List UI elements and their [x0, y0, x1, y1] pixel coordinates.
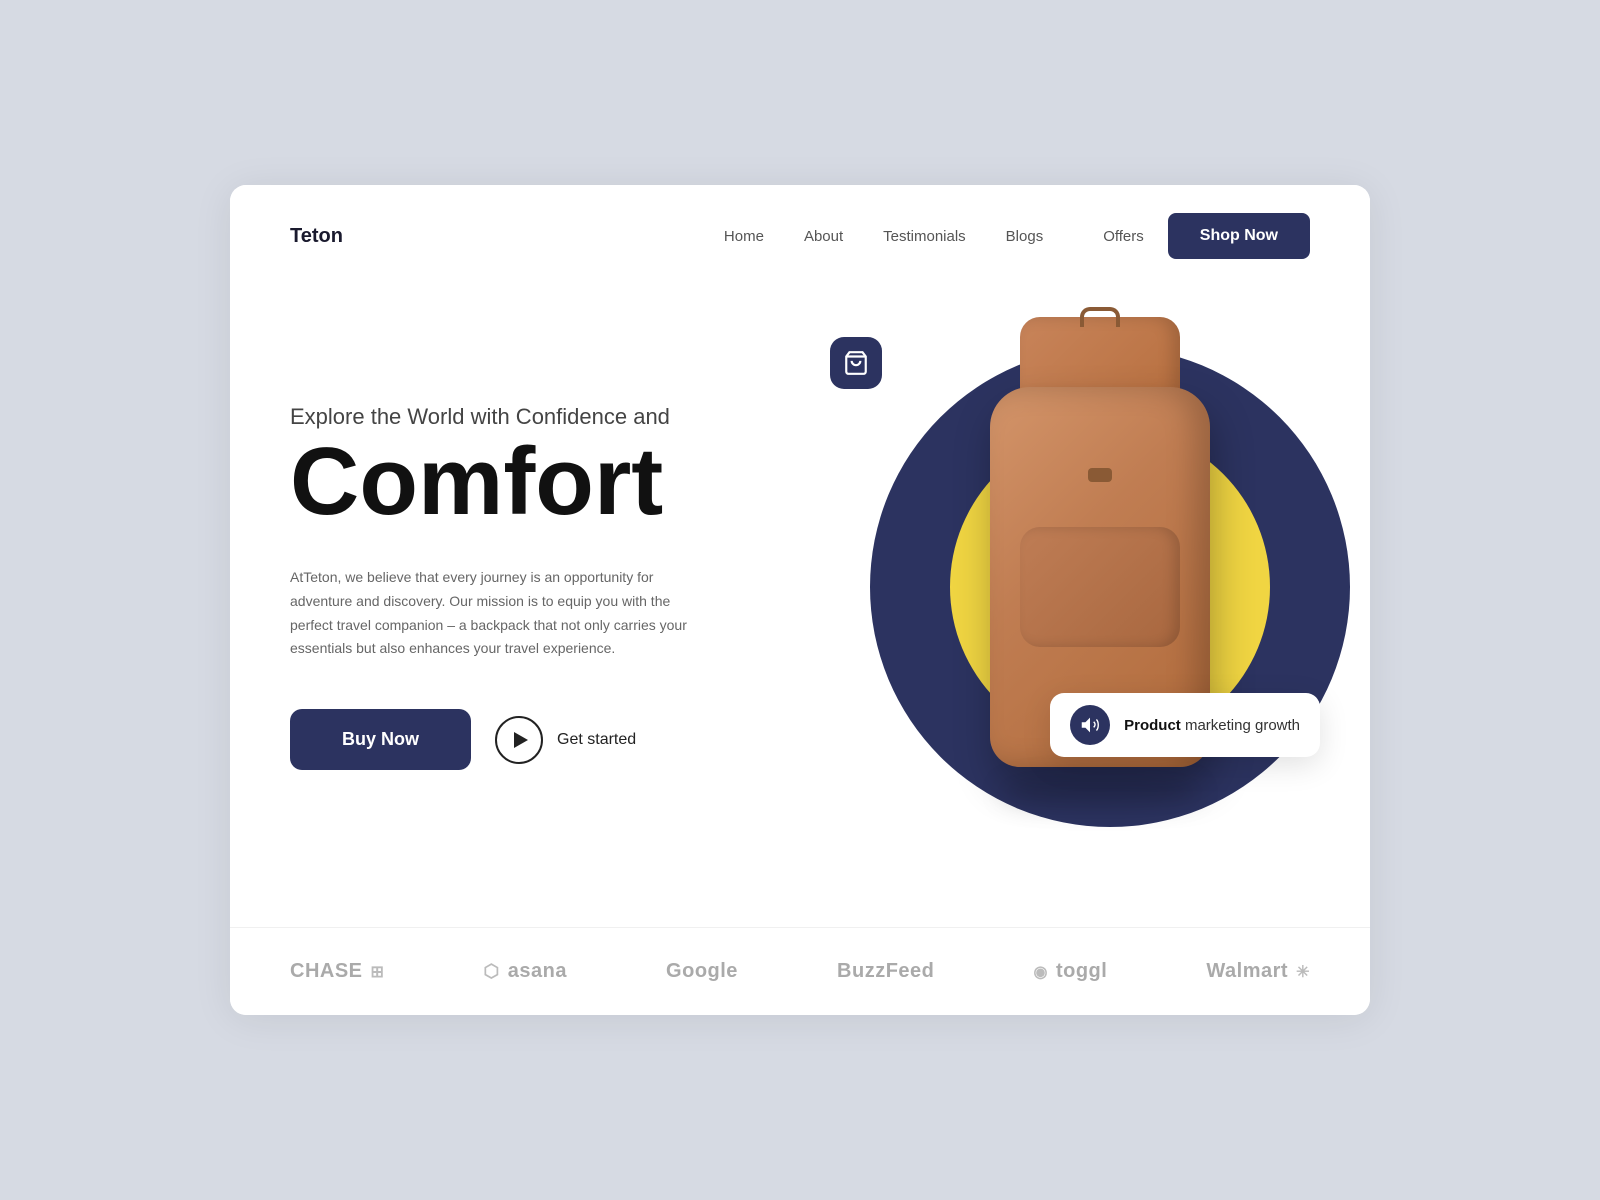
- hero-visual: TETON SPORTS: [810, 307, 1310, 867]
- backpack-clasp: [1088, 468, 1112, 482]
- nav-offers[interactable]: Offers: [1103, 228, 1144, 245]
- toggl-label: toggl: [1056, 960, 1107, 983]
- nav-about[interactable]: About: [804, 228, 843, 245]
- hero-description: AtTeton, we believe that every journey i…: [290, 566, 710, 661]
- chase-icon: ⊞: [371, 962, 385, 982]
- brands-bar: CHASE ⊞ ⬡ asana Google BuzzFeed ◉ toggl …: [230, 927, 1370, 1015]
- nav-links: Home About Testimonials Blogs: [724, 228, 1043, 245]
- brand-walmart: Walmart ✳: [1206, 960, 1310, 983]
- hero-subtitle: Explore the World with Confidence and: [290, 404, 810, 430]
- nav-blogs[interactable]: Blogs: [1006, 228, 1044, 245]
- buzzfeed-label: BuzzFeed: [837, 960, 934, 983]
- play-button[interactable]: [495, 716, 543, 764]
- nav-testimonials[interactable]: Testimonials: [883, 228, 966, 245]
- product-badge-label: Product marketing growth: [1124, 717, 1300, 734]
- backpack-handle: [1080, 307, 1120, 327]
- shop-now-button[interactable]: Shop Now: [1168, 213, 1310, 259]
- chase-label: CHASE: [290, 960, 363, 983]
- google-label: Google: [666, 960, 738, 983]
- hero-content: Explore the World with Confidence and Co…: [290, 404, 810, 770]
- backpack-wrap: TETON SPORTS: [910, 307, 1290, 867]
- backpack-visual: TETON SPORTS: [910, 307, 1290, 867]
- hero-title: Comfort: [290, 434, 810, 530]
- get-started-button[interactable]: Get started: [495, 716, 636, 764]
- backpack-top: [1020, 317, 1180, 397]
- cart-badge[interactable]: [830, 337, 882, 389]
- hero-section: Explore the World with Confidence and Co…: [230, 287, 1370, 927]
- brand-logo[interactable]: Teton: [290, 225, 343, 248]
- cart-icon: [843, 350, 869, 376]
- product-marketing-badge: Product marketing growth: [1050, 693, 1320, 757]
- buy-now-button[interactable]: Buy Now: [290, 709, 471, 770]
- brand-toggl: ◉ toggl: [1033, 960, 1107, 983]
- get-started-label: Get started: [557, 731, 636, 749]
- walmart-label: Walmart: [1206, 960, 1288, 983]
- asana-dots: ⬡: [484, 961, 500, 982]
- brand-google: Google: [666, 960, 738, 983]
- megaphone-icon: [1070, 705, 1110, 745]
- megaphone-svg: [1079, 714, 1101, 736]
- asana-label: asana: [508, 960, 567, 983]
- page-container: Teton Home About Testimonials Blogs Offe…: [230, 185, 1370, 1015]
- walmart-icon: ✳: [1296, 962, 1310, 982]
- hero-actions: Buy Now Get started: [290, 709, 810, 770]
- product-badge-rest: marketing growth: [1181, 717, 1300, 734]
- product-badge-bold: Product: [1124, 717, 1181, 734]
- play-icon: [514, 732, 528, 748]
- brand-asana: ⬡ asana: [484, 960, 567, 983]
- brand-buzzfeed: BuzzFeed: [837, 960, 934, 983]
- navbar: Teton Home About Testimonials Blogs Offe…: [230, 185, 1370, 287]
- backpack-pocket: [1020, 527, 1180, 647]
- nav-home[interactable]: Home: [724, 228, 764, 245]
- brand-chase: CHASE ⊞: [290, 960, 384, 983]
- toggl-icon: ◉: [1033, 962, 1047, 982]
- backpack-shadow: [1000, 777, 1200, 807]
